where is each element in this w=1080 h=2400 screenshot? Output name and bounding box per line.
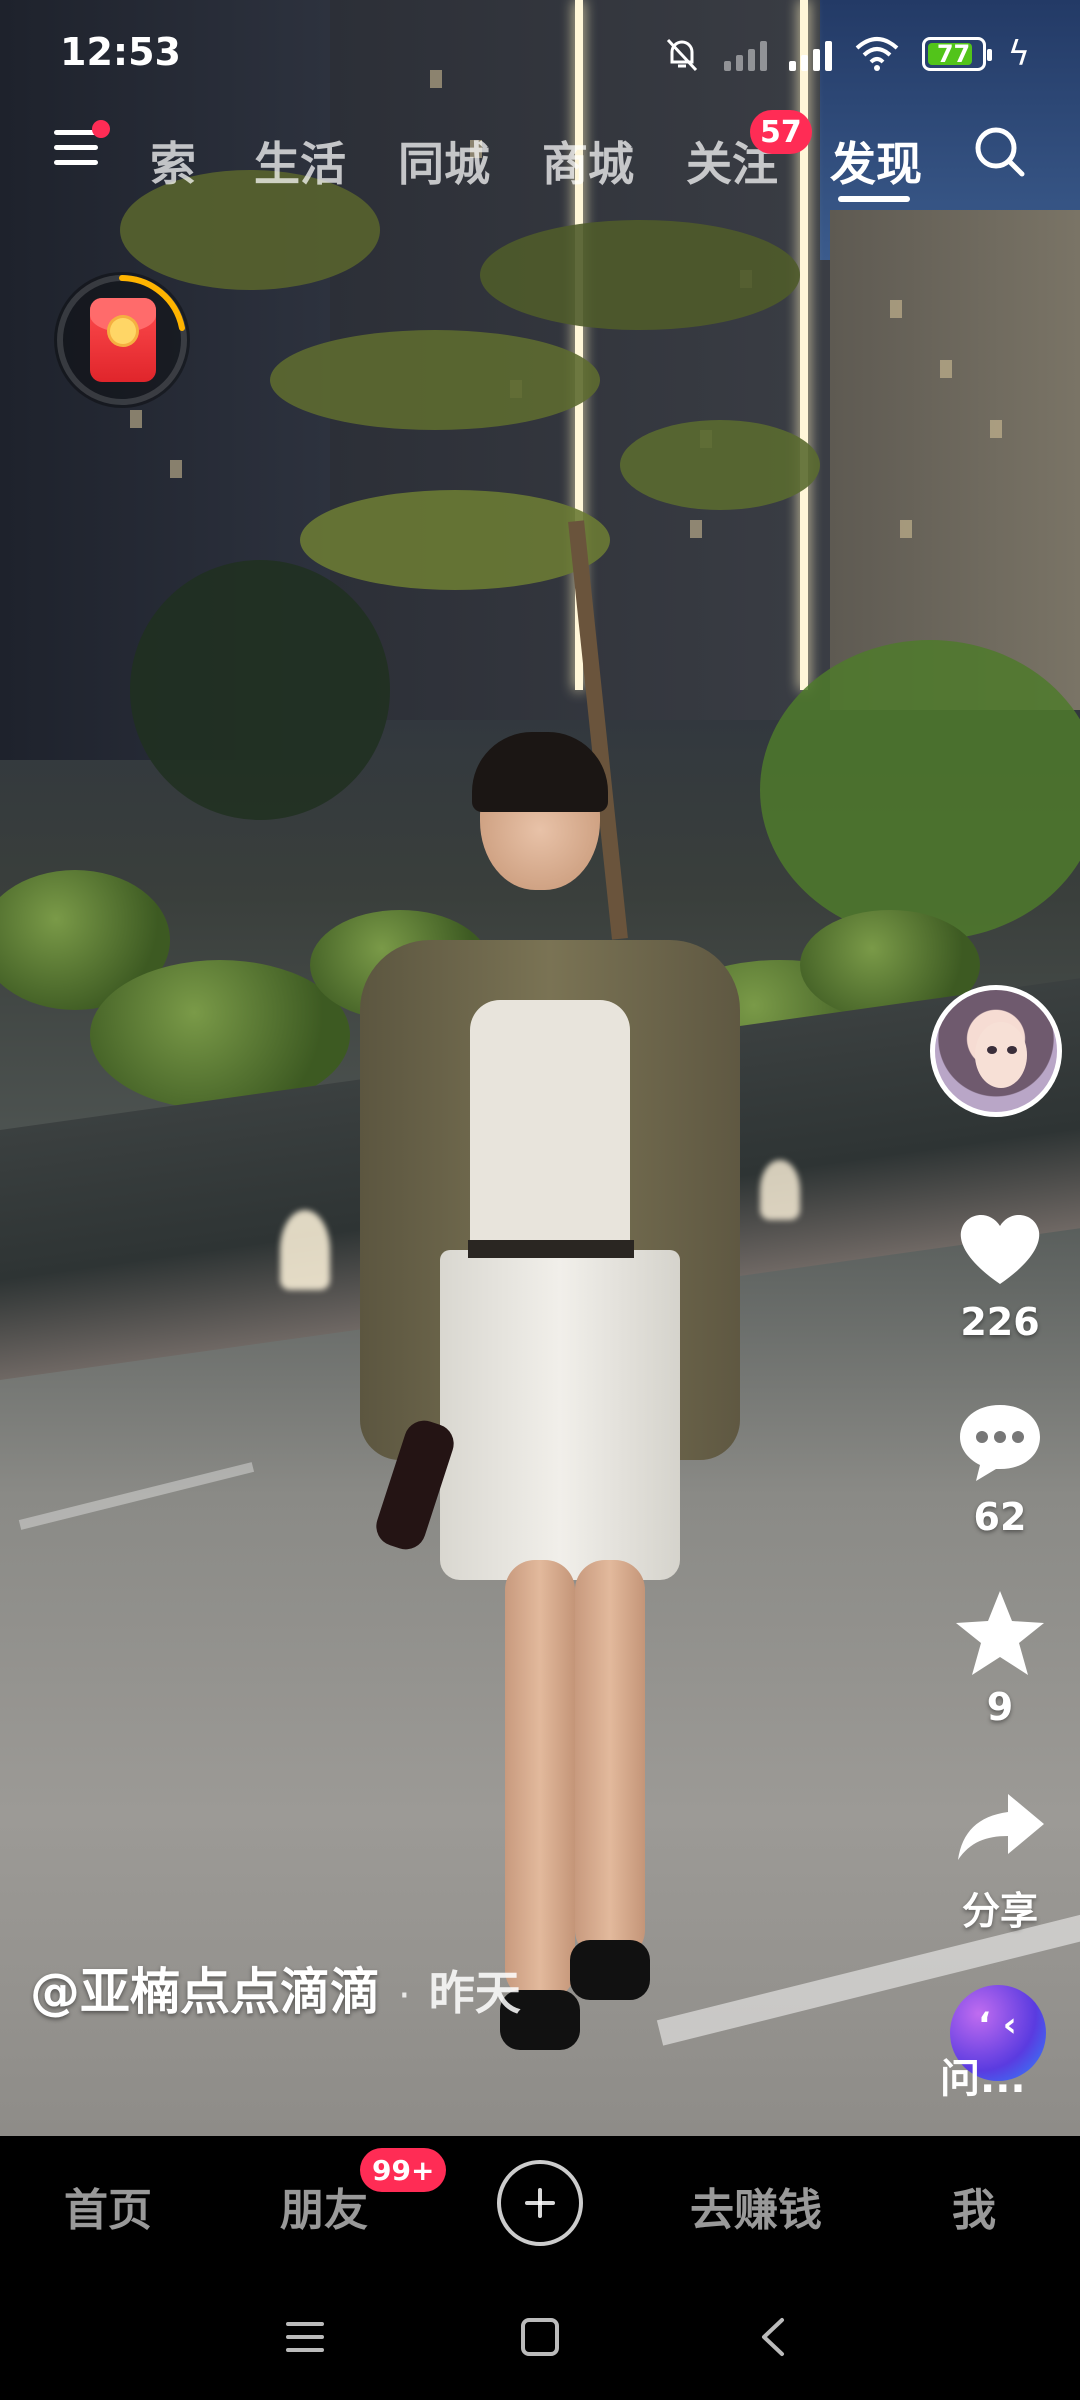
like-button[interactable]: 226	[940, 1200, 1060, 1344]
status-time: 12:53	[60, 30, 181, 74]
share-button[interactable]: 分享	[940, 1780, 1060, 1935]
friends-badge: 99+	[360, 2148, 447, 2192]
nav-me[interactable]: 我	[952, 2174, 996, 2238]
nav-friends[interactable]: 朋友	[280, 2174, 368, 2238]
share-label: 分享	[961, 1889, 1038, 1933]
author-name[interactable]: @亚楠点点滴滴	[30, 1952, 380, 2024]
nav-home[interactable]: 首页	[64, 2174, 152, 2238]
search-icon[interactable]	[972, 124, 1028, 180]
caption-separator: ·	[398, 1973, 411, 2019]
favorite-count: 9	[986, 1685, 1014, 1729]
tab-discover[interactable]: 发现	[830, 128, 922, 194]
recent-apps-icon[interactable]	[280, 2312, 330, 2362]
tab-mall[interactable]: 商城	[542, 128, 634, 194]
comment-count: 62	[973, 1495, 1027, 1539]
signal-icon	[788, 37, 832, 71]
author-avatar[interactable]	[930, 985, 1062, 1117]
mute-bell-icon	[666, 38, 697, 72]
system-nav-bar	[0, 2272, 1080, 2400]
following-badge: 57	[750, 110, 812, 154]
battery-icon: 77	[921, 37, 992, 71]
no-signal-icon	[723, 37, 767, 71]
active-tab-indicator	[838, 196, 910, 202]
star-icon	[956, 1591, 1044, 1675]
battery-level: 77	[936, 40, 971, 68]
background-building	[830, 210, 1080, 710]
red-envelope-icon	[90, 298, 156, 382]
create-button[interactable]	[497, 2160, 583, 2246]
nav-earn[interactable]: 去赚钱	[690, 2174, 822, 2238]
post-time: 昨天	[428, 1966, 521, 2020]
heart-icon	[960, 1214, 1040, 1284]
red-envelope-widget[interactable]	[54, 272, 190, 408]
comment-button[interactable]: 62	[940, 1395, 1060, 1539]
home-button-icon[interactable]	[515, 2312, 565, 2362]
ai-assistant-label[interactable]: 问...	[940, 2046, 1026, 2104]
tab-search-partial[interactable]: 索	[150, 128, 196, 194]
charging-icon: ϟ	[1007, 34, 1030, 74]
back-icon[interactable]	[750, 2312, 800, 2362]
share-arrow-icon	[958, 1794, 1044, 1860]
tab-local[interactable]: 同城	[398, 128, 490, 194]
video-subject	[360, 732, 740, 2070]
menu-notification-dot	[92, 120, 110, 138]
bottom-nav: 首页 朋友 99+ 去赚钱 我	[0, 2136, 1080, 2272]
video-caption: @亚楠点点滴滴 · 昨天	[30, 1952, 521, 2024]
like-count: 226	[960, 1300, 1040, 1344]
tab-life[interactable]: 生活	[254, 128, 346, 194]
comment-icon	[960, 1405, 1040, 1481]
favorite-button[interactable]: 9	[940, 1585, 1060, 1729]
status-bar: 12:53 77 ϟ	[0, 0, 1080, 110]
wifi-icon	[855, 37, 898, 71]
